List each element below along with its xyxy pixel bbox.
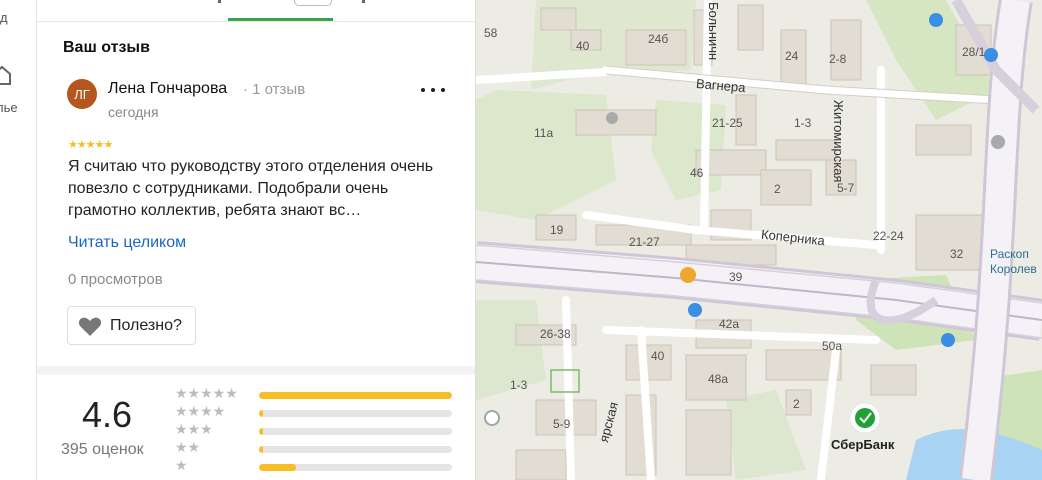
street-label-zhitomirskaya: Житомирская xyxy=(831,100,846,183)
house-number: 46 xyxy=(690,166,704,180)
house-number: 19 xyxy=(550,223,564,237)
house-number: 58 xyxy=(484,26,498,40)
house-number: 2-8 xyxy=(829,52,847,66)
distribution-bar xyxy=(259,428,452,435)
distribution-bar xyxy=(259,446,452,453)
average-rating: 4.6 xyxy=(82,394,133,435)
tab-chip[interactable] xyxy=(294,0,332,6)
house-number: 2 xyxy=(793,397,800,411)
distribution-bar-fill xyxy=(259,392,452,399)
tab-bar xyxy=(37,0,475,22)
house-number: 26-38 xyxy=(540,327,571,341)
atm-marker-icon[interactable] xyxy=(680,267,696,283)
views-count: 0 просмотров xyxy=(68,271,163,288)
house-number: 40 xyxy=(576,39,590,53)
review-stars: ★★★★★ xyxy=(68,139,113,151)
house-number: 21-25 xyxy=(712,116,743,130)
avatar[interactable]: ЛГ xyxy=(67,79,97,109)
bus-stop-icon[interactable] xyxy=(984,48,998,62)
house-number: 22-24 xyxy=(873,229,904,243)
distribution-bar-fill xyxy=(259,428,263,435)
sberbank-logo-icon xyxy=(855,408,875,428)
tab-fragment-left[interactable] xyxy=(218,0,221,3)
house-number: 42а xyxy=(719,317,740,331)
author-name[interactable]: Лена Гончарова xyxy=(108,80,227,98)
house-number: 40 xyxy=(651,349,665,363)
house-number: 21-27 xyxy=(629,235,660,249)
distribution-stars: ★★★ xyxy=(175,421,213,437)
sidebar-text-mid: лье xyxy=(0,100,18,115)
house-number: 24б xyxy=(648,32,669,46)
map-canvas[interactable] xyxy=(476,0,1042,480)
house-number: 2 xyxy=(774,182,781,196)
house-number: 11а xyxy=(534,126,554,140)
house-number: 39 xyxy=(729,270,743,284)
house-number: 32 xyxy=(950,247,964,261)
distribution-stars: ★★★★★ xyxy=(175,385,238,401)
location-marker-icon[interactable] xyxy=(484,410,500,426)
sberbank-label[interactable]: СберБанк xyxy=(831,437,894,452)
map-view[interactable]: Вагнера Коперника Житомирская Больничн я… xyxy=(476,0,1042,480)
tab-fragment-right[interactable] xyxy=(362,0,365,3)
section-divider xyxy=(37,366,475,375)
bus-stop-icon[interactable] xyxy=(941,333,955,347)
house-number: 5-7 xyxy=(837,181,855,195)
poi-marker-icon[interactable] xyxy=(991,135,1005,149)
house-number: 28/1 xyxy=(962,45,986,59)
distribution-stars: ★ xyxy=(175,457,188,473)
house-number: 48а xyxy=(708,372,729,386)
house-number: 24 xyxy=(785,49,799,63)
distribution-stars: ★★ xyxy=(175,439,201,455)
bus-stop-icon[interactable] xyxy=(688,303,702,317)
house-number: 50а xyxy=(822,339,843,353)
read-more-link[interactable]: Читать целиком xyxy=(68,234,186,252)
distribution-bar xyxy=(259,464,452,471)
review-panel: Ваш отзыв ЛГ Лена Гончарова · 1 отзыв се… xyxy=(37,0,476,480)
distribution-stars: ★★★★ xyxy=(175,403,226,419)
helpful-label: Полезно? xyxy=(110,316,182,334)
distribution-bar-fill xyxy=(259,446,263,453)
distribution-bar-fill xyxy=(259,410,263,417)
distribution-bar xyxy=(259,410,452,417)
poi-label-korolev[interactable]: Королев xyxy=(990,262,1037,277)
poi-marker-icon[interactable] xyxy=(606,112,618,124)
tab-active-indicator xyxy=(228,18,333,21)
left-sidebar: д лье xyxy=(0,0,37,480)
house-number: 1-3 xyxy=(510,378,528,392)
house-number: 5-9 xyxy=(553,417,571,431)
review-date: сегодня xyxy=(108,104,159,120)
heart-icon xyxy=(78,317,102,336)
home-icon[interactable] xyxy=(0,64,12,86)
more-options-button[interactable] xyxy=(421,82,445,98)
bus-stop-icon[interactable] xyxy=(929,13,943,27)
house-number: 1-3 xyxy=(794,116,812,130)
poi-label-raskop[interactable]: Раскоп xyxy=(990,247,1029,262)
sidebar-text-top: д xyxy=(0,10,8,25)
author-review-count: · 1 отзыв xyxy=(243,81,306,98)
review-text: Я считаю что руководству этого отделения… xyxy=(68,158,434,219)
street-label-bolnichnaya: Больничн xyxy=(706,2,721,61)
section-title: Ваш отзыв xyxy=(63,39,150,56)
distribution-bar-fill xyxy=(259,464,296,471)
distribution-bar xyxy=(259,392,452,399)
helpful-button[interactable]: Полезно? xyxy=(67,306,196,345)
ratings-count: 395 оценок xyxy=(61,441,144,458)
